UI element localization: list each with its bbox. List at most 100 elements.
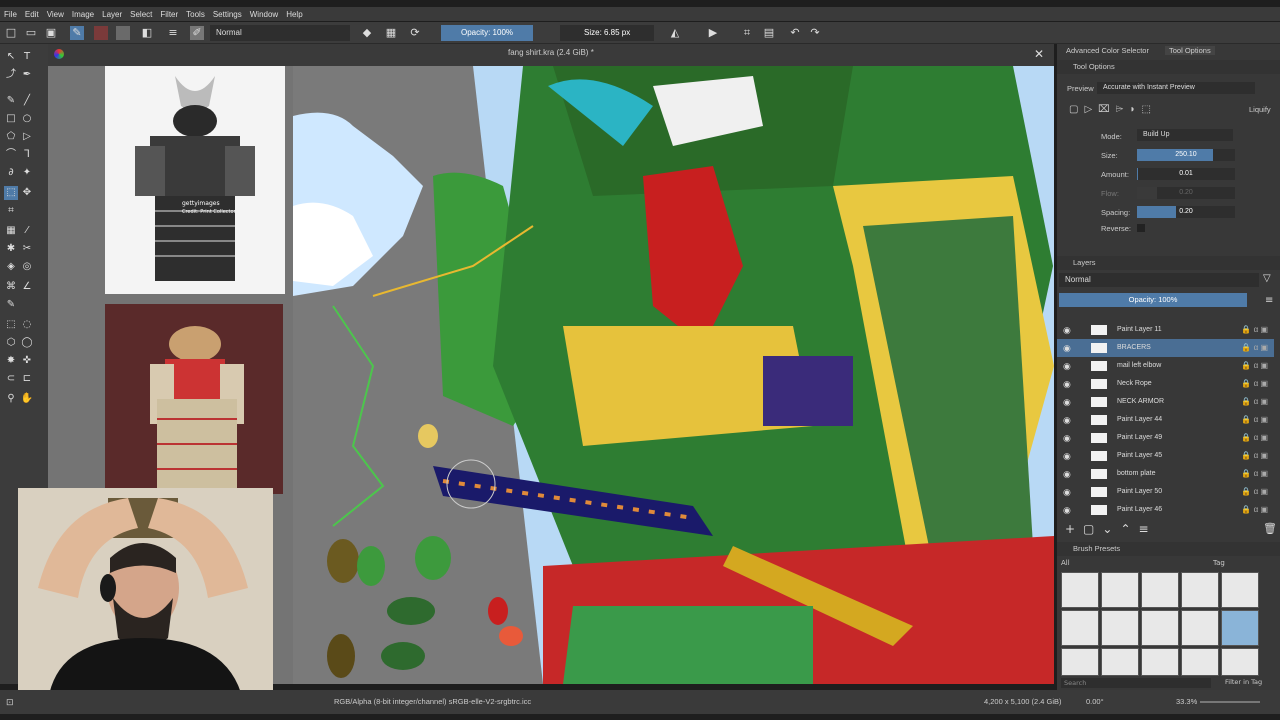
colorize-mask-icon[interactable]: ✱ xyxy=(4,242,18,256)
amount-slider[interactable]: 0.01 xyxy=(1137,168,1235,180)
visibility-eye-icon[interactable]: ◉ xyxy=(1063,339,1071,357)
brush-preset-airbrush[interactable] xyxy=(1141,572,1179,608)
layer-row[interactable]: ◉ Paint Layer 45 🔒 α ▣ xyxy=(1057,447,1274,465)
undo-icon[interactable]: ↶ xyxy=(788,26,802,40)
multibrush-icon[interactable]: ✦ xyxy=(20,166,34,180)
size-slider[interactable]: Size: 6.85 px xyxy=(560,25,654,41)
brush-settings-icon[interactable]: ≡ xyxy=(166,26,180,40)
contiguous-select-icon[interactable]: ✸ xyxy=(4,354,18,368)
menu-select[interactable]: Select xyxy=(126,10,156,19)
spacing-slider[interactable]: 0.20 xyxy=(1137,206,1235,218)
color-picker-icon[interactable]: ⁄ xyxy=(20,224,34,238)
polygon-select-icon[interactable]: ⬡ xyxy=(4,336,18,350)
liquify-mode-icons[interactable]: ▢▷⌧⌲◗⬚ xyxy=(1069,104,1157,115)
visibility-eye-icon[interactable]: ◉ xyxy=(1063,465,1071,483)
brush-tool-icon[interactable]: ✎ xyxy=(70,26,84,40)
freehand-path-icon[interactable]: ꓶ xyxy=(20,148,34,162)
pan-tool-icon[interactable]: ✋ xyxy=(20,392,34,406)
select-shapes-icon[interactable]: ↖ xyxy=(4,50,18,64)
bezier-select-icon[interactable]: ⊂ xyxy=(4,372,18,386)
zoom-slider[interactable] xyxy=(1200,701,1260,703)
layer-row[interactable]: ◉ Paint Layer 46 🔒 α ▣ xyxy=(1057,501,1274,519)
brush-preset-smudge[interactable] xyxy=(1141,610,1179,646)
visibility-eye-icon[interactable]: ◉ xyxy=(1063,393,1071,411)
save-icon[interactable]: ▣ xyxy=(44,26,58,40)
layer-lock-icons[interactable]: 🔒 α ▣ xyxy=(1241,411,1268,429)
menu-view[interactable]: View xyxy=(43,10,68,19)
zoom-readout[interactable]: 33.3% xyxy=(1176,690,1197,714)
layer-lock-icons[interactable]: 🔒 α ▣ xyxy=(1241,429,1268,447)
reverse-checkbox[interactable] xyxy=(1137,224,1145,232)
layer-lock-icons[interactable]: 🔒 α ▣ xyxy=(1241,339,1268,357)
liquify-size-slider[interactable]: 250.10 xyxy=(1137,149,1235,161)
magnetic-select-icon[interactable]: ⊏ xyxy=(20,372,34,386)
eraser-icon[interactable]: ◆ xyxy=(360,26,374,40)
color-swatch-icon[interactable]: ◧ xyxy=(140,26,154,40)
layer-lock-icons[interactable]: 🔒 α ▣ xyxy=(1241,501,1268,519)
polyline-tool-icon[interactable]: ▷ xyxy=(20,130,34,144)
freehand-brush-icon[interactable]: ✎ xyxy=(4,94,18,108)
brush-preset-pencil[interactable] xyxy=(1101,610,1139,646)
brush-preset-blender[interactable] xyxy=(1181,572,1219,608)
brush-preset-marker[interactable] xyxy=(1101,572,1139,608)
brush-preset-fineliner[interactable] xyxy=(1181,610,1219,646)
layer-opacity-slider[interactable]: Opacity: 100% xyxy=(1059,293,1247,307)
layer-lock-icons[interactable]: 🔒 α ▣ xyxy=(1241,357,1268,375)
enclose-fill-icon[interactable]: ◎ xyxy=(20,260,34,274)
new-document-icon[interactable]: □ xyxy=(4,26,18,40)
canvas-only-icon[interactable]: ▤ xyxy=(762,26,776,40)
gradient-icon[interactable] xyxy=(94,26,108,40)
visibility-eye-icon[interactable]: ◉ xyxy=(1063,429,1071,447)
wrap-around-icon[interactable]: ⌗ xyxy=(740,26,754,40)
polygon-tool-icon[interactable]: ⬠ xyxy=(4,130,18,144)
layer-row[interactable]: ◉ Neck Rope 🔒 α ▣ xyxy=(1057,375,1274,393)
tab-advanced-color-selector[interactable]: Advanced Color Selector xyxy=(1066,46,1149,55)
reload-icon[interactable]: ⟳ xyxy=(408,26,422,40)
visibility-eye-icon[interactable]: ◉ xyxy=(1063,501,1071,519)
mirror-horizontal-icon[interactable]: ◭ xyxy=(668,26,682,40)
layer-row[interactable]: ◉ Paint Layer 50 🔒 α ▣ xyxy=(1057,483,1274,501)
pattern-icon[interactable] xyxy=(116,26,130,40)
measure-tool-icon[interactable]: ∠ xyxy=(20,280,34,294)
menu-file[interactable]: File xyxy=(0,10,21,19)
layer-menu-icon[interactable]: ≡ xyxy=(1265,295,1273,306)
layer-row[interactable]: ◉ Paint Layer 44 🔒 α ▣ xyxy=(1057,411,1274,429)
brush-preset-selected[interactable] xyxy=(1221,610,1259,646)
layer-row[interactable]: ◉ bottom plate 🔒 α ▣ xyxy=(1057,465,1274,483)
reference-image-armor-color[interactable] xyxy=(105,304,283,494)
visibility-eye-icon[interactable]: ◉ xyxy=(1063,483,1071,501)
close-tab-icon[interactable]: ✕ xyxy=(1034,47,1044,61)
filter-icon[interactable]: ▽ xyxy=(1263,273,1271,284)
edit-shapes-icon[interactable]: ⤴ xyxy=(4,68,18,82)
layer-blend-select[interactable]: Normal xyxy=(1059,273,1259,287)
transform-tool-icon[interactable]: ⬚ xyxy=(4,186,18,200)
layer-lock-icons[interactable]: 🔒 α ▣ xyxy=(1241,321,1268,339)
brush-preset-charcoal[interactable] xyxy=(1141,648,1179,676)
move-tool-icon[interactable]: ✥ xyxy=(20,186,34,200)
freehand-select-icon[interactable]: ◯ xyxy=(20,336,34,350)
gradient-tool-icon[interactable]: ▦ xyxy=(4,224,18,238)
brush-preset-pen[interactable] xyxy=(1061,610,1099,646)
menu-tools[interactable]: Tools xyxy=(182,10,209,19)
flow-slider[interactable]: 0.20 xyxy=(1137,187,1235,199)
ellipse-tool-icon[interactable]: ○ xyxy=(20,112,34,126)
rect-select-icon[interactable]: ⬚ xyxy=(4,318,18,332)
visibility-eye-icon[interactable]: ◉ xyxy=(1063,375,1071,393)
rectangle-tool-icon[interactable]: □ xyxy=(4,112,18,126)
opacity-slider[interactable]: Opacity: 100% xyxy=(441,25,533,41)
ellipse-select-icon[interactable]: ◌ xyxy=(20,318,34,332)
brush-preset-watercolor[interactable] xyxy=(1221,648,1259,676)
smart-patch-icon[interactable]: ✂ xyxy=(20,242,34,256)
dynamic-brush-icon[interactable]: ∂ xyxy=(4,166,18,180)
visibility-eye-icon[interactable]: ◉ xyxy=(1063,447,1071,465)
brush-preset-icon[interactable]: ✐ xyxy=(190,26,204,40)
fill-tool-icon[interactable]: ◈ xyxy=(4,260,18,274)
layer-lock-icons[interactable]: 🔒 α ▣ xyxy=(1241,447,1268,465)
alpha-lock-icon[interactable]: ▦ xyxy=(384,26,398,40)
layer-row[interactable]: ◉ Paint Layer 11 🔒 α ▣ xyxy=(1057,321,1274,339)
assistant-tool-icon[interactable]: ⌘ xyxy=(4,280,18,294)
brush-preset-eraser[interactable] xyxy=(1061,572,1099,608)
brush-preset-texture[interactable] xyxy=(1181,648,1219,676)
brush-preset-ink[interactable] xyxy=(1221,572,1259,608)
menu-image[interactable]: Image xyxy=(68,10,98,19)
